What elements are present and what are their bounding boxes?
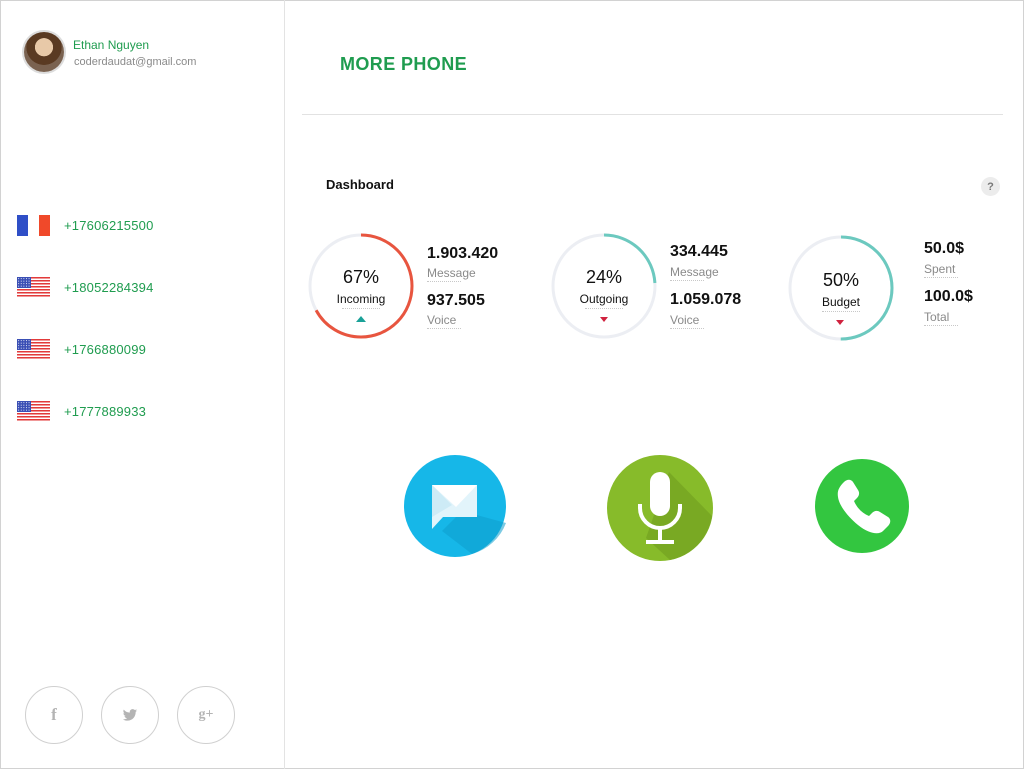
phone-number: +17606215500 — [64, 218, 154, 233]
stat-label: Voice — [427, 313, 457, 327]
gauge-percent: 24% — [585, 267, 623, 287]
sidebar: Ethan Nguyen coderdaudat@gmail.com +1760… — [0, 0, 285, 769]
message-button[interactable] — [402, 453, 508, 559]
page-title: MORE PHONE — [340, 54, 468, 74]
stat-label: Message — [670, 265, 719, 279]
gauge-divider — [342, 308, 380, 309]
stat-divider — [924, 325, 958, 326]
message-icon — [404, 455, 506, 557]
stat-value: 937.505 — [427, 292, 485, 309]
gauge-label: Incoming — [336, 292, 386, 306]
stat-value: 334.445 — [670, 243, 728, 260]
dashboard-title: Dashboard — [326, 177, 394, 192]
stat-value: 100.0$ — [924, 288, 973, 305]
facebook-button[interactable]: f — [25, 686, 83, 744]
user-email: coderdaudat@gmail.com — [74, 56, 197, 68]
voice-button[interactable] — [606, 454, 714, 562]
outgoing-gauge: 24% Outgoing — [549, 231, 659, 341]
gauge-label: Budget — [821, 295, 861, 309]
gauge-percent: 67% — [342, 267, 380, 287]
stat-divider — [427, 281, 461, 282]
phone-number: +1777889933 — [64, 404, 147, 419]
phone-number: +1766880099 — [64, 342, 147, 357]
phone-item[interactable]: +1777889933 — [0, 397, 285, 427]
microphone-icon — [607, 455, 713, 561]
usa-flag-icon — [17, 277, 50, 298]
stat-label: Message — [427, 266, 476, 280]
phone-item[interactable]: +1766880099 — [0, 335, 285, 365]
gauge-divider — [822, 311, 860, 312]
stat-divider — [427, 328, 461, 329]
trend-down-icon — [836, 320, 844, 325]
avatar[interactable] — [24, 32, 64, 72]
incoming-gauge: 67% Incoming — [306, 231, 416, 341]
phone-icon — [815, 459, 909, 553]
stat-value: 1.903.420 — [427, 245, 499, 262]
header-divider — [302, 114, 1003, 115]
twitter-button[interactable] — [101, 686, 159, 744]
google-plus-button[interactable]: g+ — [177, 686, 235, 744]
google-plus-icon: g+ — [198, 707, 214, 722]
gauge-label: Outgoing — [579, 292, 629, 306]
stat-divider — [670, 280, 704, 281]
france-flag-icon — [17, 215, 50, 236]
help-button[interactable]: ? — [981, 177, 1000, 196]
facebook-icon: f — [51, 705, 57, 724]
stat-label: Total — [924, 310, 950, 324]
trend-up-icon — [356, 316, 366, 322]
phone-item[interactable]: +18052284394 — [0, 273, 285, 303]
gauge-divider — [585, 308, 623, 309]
phone-number: +18052284394 — [64, 280, 154, 295]
stat-divider — [924, 277, 958, 278]
stat-label: Spent — [924, 262, 956, 276]
gauge-percent: 50% — [822, 270, 860, 290]
stat-label: Voice — [670, 313, 700, 327]
stat-divider — [670, 328, 704, 329]
budget-gauge: 50% Budget — [786, 233, 896, 343]
stat-value: 50.0$ — [924, 240, 965, 257]
usa-flag-icon — [17, 339, 50, 360]
twitter-icon — [122, 708, 138, 721]
usa-flag-icon — [17, 401, 50, 422]
stat-value: 1.059.078 — [670, 291, 742, 308]
user-name: Ethan Nguyen — [73, 38, 150, 52]
trend-down-icon — [600, 317, 608, 322]
phone-item[interactable]: +17606215500 — [0, 211, 285, 241]
call-button[interactable] — [814, 458, 910, 554]
